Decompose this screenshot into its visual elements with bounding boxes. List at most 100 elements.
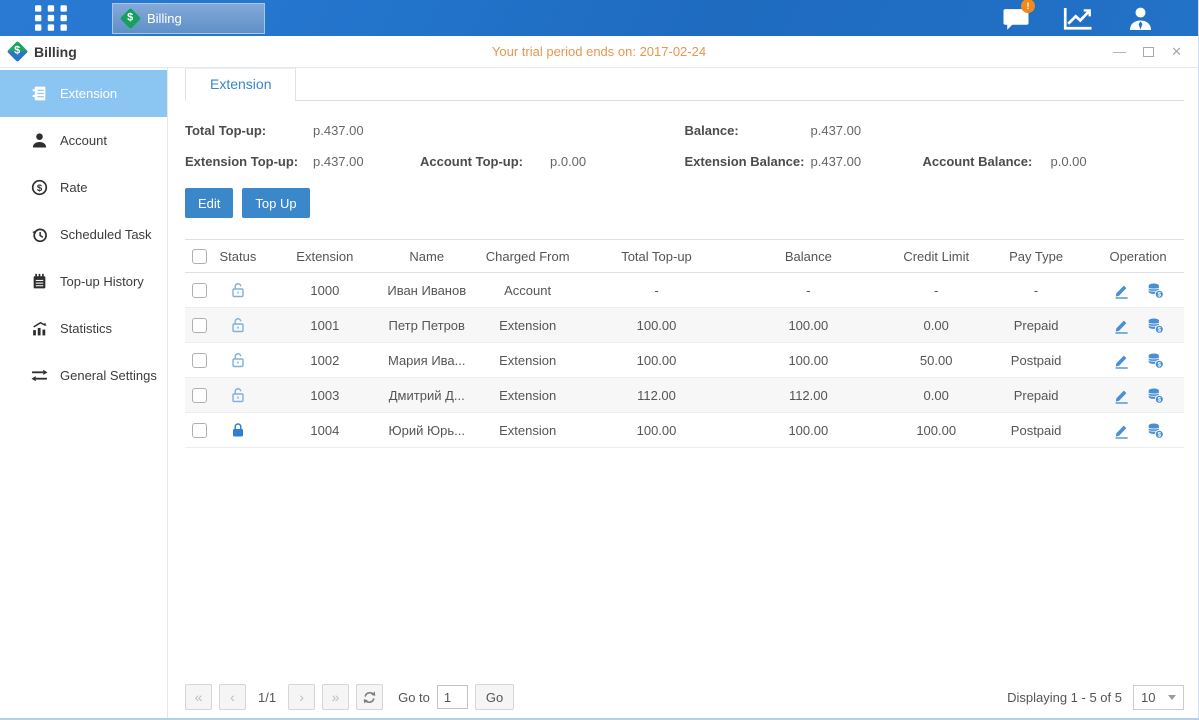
col-charged-from: Charged From bbox=[467, 240, 589, 273]
row-checkbox[interactable] bbox=[192, 283, 207, 298]
col-total-topup: Total Top-up bbox=[589, 240, 725, 273]
edit-row-icon[interactable] bbox=[1113, 422, 1130, 439]
select-all-checkbox[interactable] bbox=[192, 249, 207, 264]
extension-ledger-icon bbox=[31, 85, 48, 102]
goto-page-input[interactable] bbox=[437, 685, 468, 709]
displaying-info: Displaying 1 - 5 of 5 bbox=[1007, 690, 1122, 705]
balance-label: Balance: bbox=[685, 123, 811, 138]
balance-value: p.437.00 bbox=[811, 123, 862, 138]
window-title: Billing bbox=[34, 44, 77, 60]
scheduled-task-clock-icon bbox=[31, 226, 48, 243]
general-settings-sliders-icon bbox=[31, 367, 48, 384]
edit-row-icon[interactable] bbox=[1113, 282, 1130, 299]
edit-button[interactable]: Edit bbox=[185, 188, 233, 218]
account-topup-value: p.0.00 bbox=[550, 154, 586, 169]
row-checkbox[interactable] bbox=[192, 423, 207, 438]
billing-window-icon: $ bbox=[7, 41, 28, 62]
app-launcher-grid-icon[interactable] bbox=[35, 5, 69, 31]
table-row: 1002 Мария Ива... Extension 100.00 100.0… bbox=[185, 343, 1184, 378]
lock-open-icon[interactable] bbox=[230, 317, 246, 333]
user-account-icon[interactable] bbox=[1124, 4, 1156, 32]
page-size-value: 10 bbox=[1141, 690, 1155, 705]
sidebar-item-rate[interactable]: $ Rate bbox=[0, 164, 167, 211]
edit-row-icon[interactable] bbox=[1113, 317, 1130, 334]
svg-text:$: $ bbox=[37, 183, 43, 194]
lock-open-icon[interactable] bbox=[230, 352, 246, 368]
sidebar-item-label: Rate bbox=[60, 180, 87, 195]
table-header-row: Status Extension Name Charged From Total… bbox=[185, 240, 1184, 273]
sidebar-item-account[interactable]: Account bbox=[0, 117, 167, 164]
taskbar-tab-label: Billing bbox=[147, 11, 182, 26]
taskbar-tab-billing[interactable]: $ Billing bbox=[112, 3, 265, 34]
trial-notice: Your trial period ends on: 2017-02-24 bbox=[0, 44, 1198, 59]
edit-row-icon[interactable] bbox=[1113, 387, 1130, 404]
sidebar-item-general-settings[interactable]: General Settings bbox=[0, 352, 167, 399]
edit-row-icon[interactable] bbox=[1113, 352, 1130, 369]
sidebar-item-label: Scheduled Task bbox=[60, 227, 152, 242]
close-button[interactable]: ✕ bbox=[1171, 45, 1182, 58]
sidebar-item-scheduled-task[interactable]: Scheduled Task bbox=[0, 211, 167, 258]
billing-app-window: $ Billing ! bbox=[0, 0, 1199, 720]
row-checkbox[interactable] bbox=[192, 353, 207, 368]
extension-balance-value: p.437.00 bbox=[811, 154, 923, 169]
svg-text:$: $ bbox=[1157, 431, 1161, 438]
col-status: Status bbox=[213, 240, 263, 273]
account-balance-value: p.0.00 bbox=[1051, 154, 1087, 169]
extension-topup-label: Extension Top-up: bbox=[185, 154, 313, 169]
table-row: 1001 Петр Петров Extension 100.00 100.00… bbox=[185, 308, 1184, 343]
page-indicator: 1/1 bbox=[258, 690, 276, 705]
col-credit-limit: Credit Limit bbox=[892, 240, 980, 273]
col-name: Name bbox=[387, 240, 467, 273]
balance-summary: Total Top-up: p.437.00 Extension Top-up:… bbox=[185, 123, 1184, 185]
col-operation: Operation bbox=[1092, 240, 1184, 273]
top-up-row-icon[interactable]: $ bbox=[1147, 422, 1164, 439]
go-button[interactable]: Go bbox=[475, 684, 514, 710]
top-up-row-icon[interactable]: $ bbox=[1147, 317, 1164, 334]
main-content: Extension Total Top-up: p.437.00 Extensi… bbox=[168, 68, 1198, 718]
lock-open-icon[interactable] bbox=[230, 387, 246, 403]
extension-table: Status Extension Name Charged From Total… bbox=[185, 239, 1184, 448]
top-up-row-icon[interactable]: $ bbox=[1147, 352, 1164, 369]
first-page-button[interactable]: « bbox=[185, 684, 212, 710]
refresh-button[interactable] bbox=[356, 684, 383, 710]
notification-badge: ! bbox=[1021, 0, 1035, 13]
last-page-button[interactable]: » bbox=[322, 684, 349, 710]
top-up-row-icon[interactable]: $ bbox=[1147, 387, 1164, 404]
total-topup-label: Total Top-up: bbox=[185, 123, 313, 138]
maximize-button[interactable] bbox=[1143, 47, 1154, 57]
page-size-select[interactable]: 10 bbox=[1133, 685, 1184, 710]
desktop-topbar: $ Billing ! bbox=[0, 0, 1198, 36]
lock-closed-icon[interactable] bbox=[230, 422, 246, 438]
sidebar-item-statistics[interactable]: Statistics bbox=[0, 305, 167, 352]
minimize-button[interactable]: — bbox=[1113, 45, 1126, 58]
col-pay-type: Pay Type bbox=[980, 240, 1092, 273]
col-balance: Balance bbox=[724, 240, 892, 273]
sidebar-item-label: Extension bbox=[60, 86, 117, 101]
lock-open-icon[interactable] bbox=[230, 282, 246, 298]
top-up-button[interactable]: Top Up bbox=[242, 188, 309, 218]
resource-monitor-icon[interactable] bbox=[1062, 4, 1094, 32]
top-up-row-icon[interactable]: $ bbox=[1147, 282, 1164, 299]
table-row: 1004 Юрий Юрь... Extension 100.00 100.00… bbox=[185, 413, 1184, 448]
extension-balance-label: Extension Balance: bbox=[685, 154, 811, 169]
prev-page-button[interactable]: ‹ bbox=[219, 684, 246, 710]
sidebar-item-topup-history[interactable]: Top-up History bbox=[0, 258, 167, 305]
notifications-icon[interactable]: ! bbox=[1000, 4, 1032, 32]
sidebar-item-label: Account bbox=[60, 133, 107, 148]
tab-extension[interactable]: Extension bbox=[185, 68, 296, 101]
sidebar-item-extension[interactable]: Extension bbox=[0, 70, 167, 117]
svg-text:$: $ bbox=[1157, 291, 1161, 298]
extension-topup-value: p.437.00 bbox=[313, 154, 420, 169]
next-page-button[interactable]: › bbox=[288, 684, 315, 710]
window-titlebar: $ Billing Your trial period ends on: 201… bbox=[0, 36, 1198, 68]
row-checkbox[interactable] bbox=[192, 388, 207, 403]
pagination-bar: « ‹ 1/1 › » Go to Go Displaying bbox=[185, 684, 1184, 710]
action-buttons: Edit Top Up bbox=[185, 188, 1184, 218]
row-checkbox[interactable] bbox=[192, 318, 207, 333]
svg-text:$: $ bbox=[1157, 396, 1161, 403]
billing-app-icon: $ bbox=[120, 7, 141, 28]
topbar-status-icons: ! bbox=[1000, 4, 1156, 32]
sidebar-item-label: General Settings bbox=[60, 368, 157, 383]
col-extension: Extension bbox=[263, 240, 387, 273]
account-person-icon bbox=[31, 132, 48, 149]
